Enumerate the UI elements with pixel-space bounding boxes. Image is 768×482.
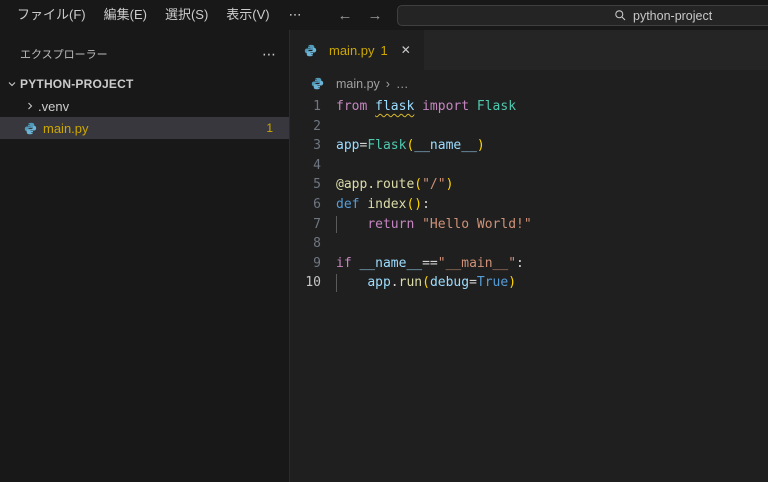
menu-item-0[interactable]: ファイル(F) — [8, 0, 95, 30]
line-number[interactable]: 3 — [290, 136, 336, 156]
line-content: def index(): — [336, 196, 430, 212]
tab-problems-badge: 1 — [380, 42, 388, 58]
line-content: if __name__=="__main__": — [336, 255, 524, 271]
root-folder-label: PYTHON-PROJECT — [20, 77, 134, 91]
breadcrumb-file[interactable]: main.py — [336, 77, 380, 91]
history-navigation: ← → — [336, 0, 384, 30]
line-number[interactable]: 5 — [290, 175, 336, 195]
line-number[interactable]: 8 — [290, 234, 336, 254]
line-content: return "Hello World!" — [336, 215, 532, 235]
python-file-icon — [302, 44, 318, 57]
vscode-window: ファイル(F) 編集(E) 選択(S) 表示(V) ⋯ ← → python-proje… — [0, 0, 768, 482]
menu-more-button[interactable]: ⋯ — [279, 0, 313, 30]
code-line-10[interactable]: 10 app.run(debug=True) — [290, 273, 768, 293]
explorer-sidebar: エクスプローラー ⋯ PYTHON-PROJECT .venv main.py … — [0, 30, 290, 482]
code-line-2[interactable]: 2 — [290, 117, 768, 137]
line-number[interactable]: 7 — [290, 215, 336, 235]
line-content: app.run(debug=True) — [336, 273, 516, 293]
line-content: app=Flask(__name__) — [336, 138, 485, 154]
python-file-icon — [309, 77, 325, 90]
line-number[interactable]: 1 — [290, 97, 336, 117]
folder-label: .venv — [38, 98, 70, 114]
tab-label: main.py — [329, 42, 375, 58]
code-line-3[interactable]: 3 app=Flask(__name__) — [290, 136, 768, 156]
command-center-query: python-project — [633, 8, 713, 23]
indent-guide — [336, 215, 337, 234]
file-tree: PYTHON-PROJECT .venv main.py 1 — [0, 73, 289, 139]
workbench: エクスプローラー ⋯ PYTHON-PROJECT .venv main.py … — [0, 30, 768, 482]
line-number[interactable]: 4 — [290, 156, 336, 176]
line-number[interactable]: 10 — [290, 273, 336, 293]
code-area: 1 from flask import Flask 2 3 app=Flask(__na… — [290, 97, 768, 293]
chevron-down-icon — [4, 78, 20, 90]
python-file-icon — [22, 122, 38, 135]
breadcrumb-separator: › — [385, 76, 390, 91]
tree-item-main-py[interactable]: main.py 1 — [0, 117, 289, 139]
code-line-7[interactable]: 7 return "Hello World!" — [290, 215, 768, 235]
editor-group: main.py 1 ✕ main.py › … 1 from flask impo… — [290, 30, 768, 482]
tree-item-venv[interactable]: .venv — [0, 95, 289, 117]
menu-item-1[interactable]: 編集(E) — [95, 0, 156, 30]
code-line-5[interactable]: 5 @app.route("/") — [290, 175, 768, 195]
titlebar: ファイル(F) 編集(E) 選択(S) 表示(V) ⋯ ← → python-proje… — [0, 0, 768, 30]
code-line-4[interactable]: 4 — [290, 156, 768, 176]
tree-root-python-project[interactable]: PYTHON-PROJECT — [0, 73, 289, 95]
line-number[interactable]: 2 — [290, 117, 336, 137]
explorer-title: エクスプローラー — [20, 49, 108, 61]
menu-item-2[interactable]: 選択(S) — [156, 0, 217, 30]
file-label: main.py — [43, 120, 89, 136]
line-number[interactable]: 6 — [290, 195, 336, 215]
line-content: from flask import Flask — [336, 99, 517, 114]
explorer-more-actions-button[interactable]: ⋯ — [262, 46, 277, 63]
menubar: ファイル(F) 編集(E) 選択(S) 表示(V) ⋯ — [0, 0, 313, 30]
chevron-right-icon — [22, 100, 38, 112]
code-line-1[interactable]: 1 from flask import Flask — [290, 97, 768, 117]
line-number[interactable]: 9 — [290, 254, 336, 274]
explorer-header: エクスプローラー ⋯ — [0, 43, 289, 65]
breadcrumb-more[interactable]: … — [396, 77, 409, 91]
tabstrip: main.py 1 ✕ — [290, 30, 768, 70]
code-line-9[interactable]: 9 if __name__=="__main__": — [290, 254, 768, 274]
code-line-8[interactable]: 8 — [290, 234, 768, 254]
back-button[interactable]: ← — [336, 7, 354, 24]
menu-item-3[interactable]: 表示(V) — [217, 0, 278, 30]
breadcrumb: main.py › … — [290, 70, 768, 97]
search-icon — [614, 9, 627, 22]
code-line-6[interactable]: 6 def index(): — [290, 195, 768, 215]
command-center-search[interactable]: python-project — [397, 5, 768, 26]
line-content: @app.route("/") — [336, 177, 454, 193]
indent-guide — [336, 274, 337, 292]
tab-close-button[interactable]: ✕ — [398, 42, 414, 58]
tab-main-py[interactable]: main.py 1 ✕ — [290, 30, 425, 70]
forward-button[interactable]: → — [366, 7, 384, 24]
problems-count-badge: 1 — [266, 121, 273, 135]
